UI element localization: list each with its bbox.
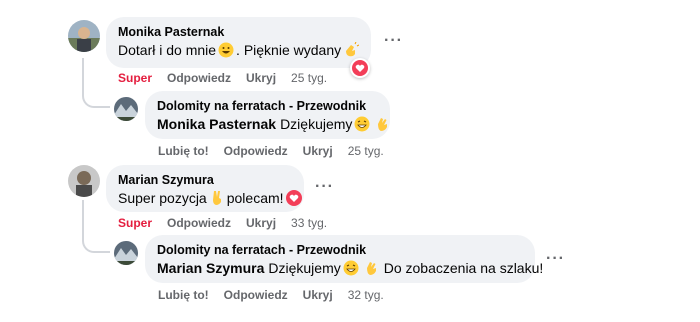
comment-text: Super pozycja polecam! [118,188,302,208]
reply-text-part: Do zobaczenia na szlaku! [383,260,544,276]
comment-text-part: Dotarł i do mnie [118,42,217,58]
comment-actions: Super Odpowiedz Ukryj 25 tyg. [118,71,342,85]
reply-actions: Lubię to! Odpowiedz Ukryj 32 tyg. [158,288,399,302]
waving-hand-emoji-icon [363,260,379,276]
waving-hand-emoji-icon [374,116,390,132]
clapping-hands-emoji-icon [343,41,360,58]
comment-bubble: Marian Szymura Super pozycja polecam! [106,165,304,212]
reply-author[interactable]: Dolomity na ferratach - Przewodnik [157,98,378,114]
comment-bubble: Monika Pasternak Dotarł i do mnie . Pięk… [106,17,371,68]
reaction-super-button[interactable]: Super [118,216,152,230]
timestamp[interactable]: 25 tyg. [291,71,327,85]
reply-bubble: Dolomity na ferratach - Przewodnik Maria… [145,235,543,283]
thread-line [82,200,84,236]
reply-text-part: Dziękujemy [268,260,341,276]
thread-line [82,58,84,91]
timestamp[interactable]: 33 tyg. [291,216,327,230]
reply-text: Marian Szymura Dziękujemy Do zobaczenia … [157,258,543,278]
comment-text: Dotarł i do mnie . Pięknie wydany [118,40,360,60]
mention-link[interactable]: Monika Pasternak [157,114,276,134]
reply-actions: Lubię to! Odpowiedz Ukryj 25 tyg. [158,144,399,158]
hide-button[interactable]: Ukryj [246,71,276,85]
victory-hand-emoji-icon [209,190,225,206]
like-button[interactable]: Lubię to! [158,288,209,302]
grinning-squint-emoji-icon [354,116,370,132]
grinning-emoji-icon [218,42,234,58]
reply-author[interactable]: Dolomity na ferratach - Przewodnik [157,242,523,258]
grinning-squint-emoji-icon [343,260,359,276]
page-avatar[interactable] [114,241,138,265]
like-button[interactable]: Lubię to! [158,144,209,158]
comment-author[interactable]: Monika Pasternak [118,24,359,40]
page-avatar[interactable] [114,97,138,121]
reaction-super-button[interactable]: Super [118,71,152,85]
heart-reaction-inline-icon [285,190,302,206]
heart-reaction-icon[interactable] [350,58,370,78]
thread-connector [82,88,110,108]
thread-connector [82,233,110,253]
hide-button[interactable]: Ukryj [246,216,276,230]
reply-bubble: Dolomity na ferratach - Przewodnik Monik… [145,91,390,139]
comment-text-part: Super pozycja [118,190,207,206]
hide-button[interactable]: Ukryj [303,288,333,302]
reply-button[interactable]: Odpowiedz [224,288,288,302]
comment-text-part: polecam! [226,190,284,206]
timestamp[interactable]: 25 tyg. [348,144,384,158]
comment-author[interactable]: Marian Szymura [118,172,292,188]
reply-button[interactable]: Odpowiedz [167,71,231,85]
comment-actions: Super Odpowiedz Ukryj 33 tyg. [118,216,342,230]
reply-button[interactable]: Odpowiedz [224,144,288,158]
reply-text: Monika Pasternak Dziękujemy [157,114,388,134]
more-options-button[interactable]: ··· [384,32,403,50]
more-options-button[interactable]: ··· [546,250,565,268]
hide-button[interactable]: Ukryj [303,144,333,158]
reply-button[interactable]: Odpowiedz [167,216,231,230]
more-options-button[interactable]: ··· [315,178,334,196]
avatar[interactable] [68,165,100,197]
timestamp[interactable]: 32 tyg. [348,288,384,302]
reply-text-part: Dziękujemy [280,116,353,132]
avatar[interactable] [68,20,100,52]
comment-text-part: . Pięknie wydany [236,42,342,58]
mention-link[interactable]: Marian Szymura [157,258,264,278]
